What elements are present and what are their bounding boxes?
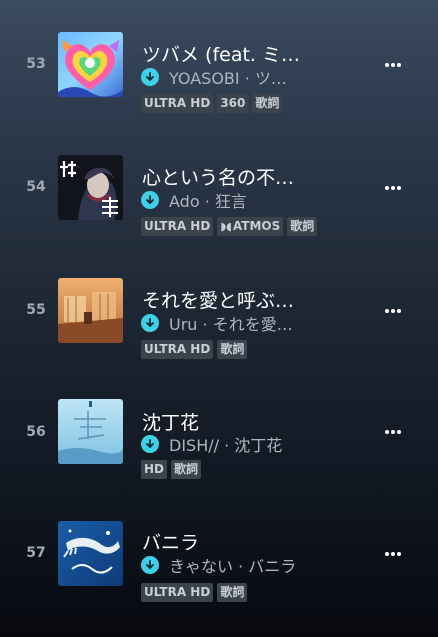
album-artwork[interactable] (58, 32, 123, 97)
more-options-icon[interactable] (381, 546, 405, 562)
track-subtitle: YOASOBI · ツ… (141, 66, 376, 88)
dolby-atmos-icon: ◗◖ (220, 220, 232, 233)
track-subtitle: Ado · 狂言 (141, 189, 376, 211)
track-subtitle: きゃない · バニラ (141, 554, 376, 576)
quality-badges: ULTRA HD 歌詞 (141, 340, 248, 360)
more-options-icon[interactable] (381, 180, 405, 196)
lyrics-badge: 歌詞 (217, 583, 248, 602)
track-subtitle: DISH// · 沈丁花 (141, 433, 376, 455)
kyogen-artwork (58, 155, 123, 220)
quality-badge: ULTRA HD (141, 217, 214, 236)
track-artist-album: きゃない · バニラ (169, 557, 297, 576)
track-row[interactable]: 56 沈丁花 DISH// · 沈丁花 HD 歌詞 (0, 369, 438, 491)
quality-badge: ULTRA HD (141, 583, 214, 602)
track-title: バニラ (142, 532, 200, 554)
lyrics-badge: 歌詞 (287, 217, 318, 236)
track-rank: 53 (26, 56, 46, 72)
album-artwork[interactable] (58, 521, 123, 586)
download-check-icon (141, 191, 159, 209)
lyrics-badge: 歌詞 (171, 460, 202, 479)
lyrics-badge: 歌詞 (217, 340, 248, 359)
more-options-icon[interactable] (381, 303, 405, 319)
track-rank: 54 (26, 179, 46, 195)
track-artist-album: Uru · それを愛… (169, 315, 293, 334)
orange-room-artwork (58, 278, 123, 343)
track-title: 沈丁花 (142, 412, 200, 434)
quality-badges: ULTRA HD ◗◖ ATMOS 歌詞 (141, 217, 318, 237)
quality-badges: HD 歌詞 (141, 460, 202, 480)
blue-sky-artwork (58, 399, 123, 464)
quality-badge: ULTRA HD (141, 340, 214, 359)
track-list: 53 ツバメ (feat. ミ… YOASOBI · ツ… ULTRA HD 3… (0, 0, 438, 637)
quality-badge: ULTRA HD (141, 94, 214, 113)
download-check-icon (141, 435, 159, 453)
more-options-icon[interactable] (381, 57, 405, 73)
track-title: ツバメ (feat. ミ… (142, 44, 301, 66)
audio-format-badge: ◗◖ ATMOS (217, 217, 284, 236)
track-row[interactable]: 53 ツバメ (feat. ミ… YOASOBI · ツ… ULTRA HD 3… (0, 0, 438, 122)
track-subtitle: Uru · それを愛… (141, 312, 376, 334)
track-title: 心という名の不… (142, 167, 295, 189)
blue-hand-artwork (58, 521, 123, 586)
download-check-icon (141, 68, 159, 86)
album-artwork[interactable] (58, 278, 123, 343)
download-check-icon (141, 314, 159, 332)
quality-badge: HD (141, 460, 168, 479)
track-row[interactable]: 55 それを愛と呼ぶ… Uru · それを愛… ULTRA HD 歌詞 (0, 246, 438, 368)
track-row[interactable]: 54 心という名の不… Ado · 狂言 ULTRA HD ◗◖ ATMOS 歌詞 (0, 123, 438, 245)
heart-wings-artwork (58, 32, 123, 97)
more-options-icon[interactable] (381, 424, 405, 440)
track-rank: 56 (26, 424, 46, 440)
track-artist-album: Ado · 狂言 (169, 192, 247, 211)
track-row[interactable]: 57 バニラ きゃない · バニラ ULTRA HD 歌詞 (0, 492, 438, 614)
album-artwork[interactable] (58, 155, 123, 220)
atmos-label: ATMOS (232, 219, 281, 233)
quality-badges: ULTRA HD 360 歌詞 (141, 94, 283, 114)
track-artist-album: DISH// · 沈丁花 (169, 436, 283, 455)
track-title: それを愛と呼ぶ… (142, 290, 295, 312)
track-rank: 55 (26, 302, 46, 318)
download-check-icon (141, 556, 159, 574)
lyrics-badge: 歌詞 (252, 94, 283, 113)
audio-format-badge: 360 (217, 94, 249, 113)
quality-badges: ULTRA HD 歌詞 (141, 583, 248, 603)
track-artist-album: YOASOBI · ツ… (169, 69, 287, 88)
album-artwork[interactable] (58, 399, 123, 464)
track-rank: 57 (26, 545, 46, 561)
